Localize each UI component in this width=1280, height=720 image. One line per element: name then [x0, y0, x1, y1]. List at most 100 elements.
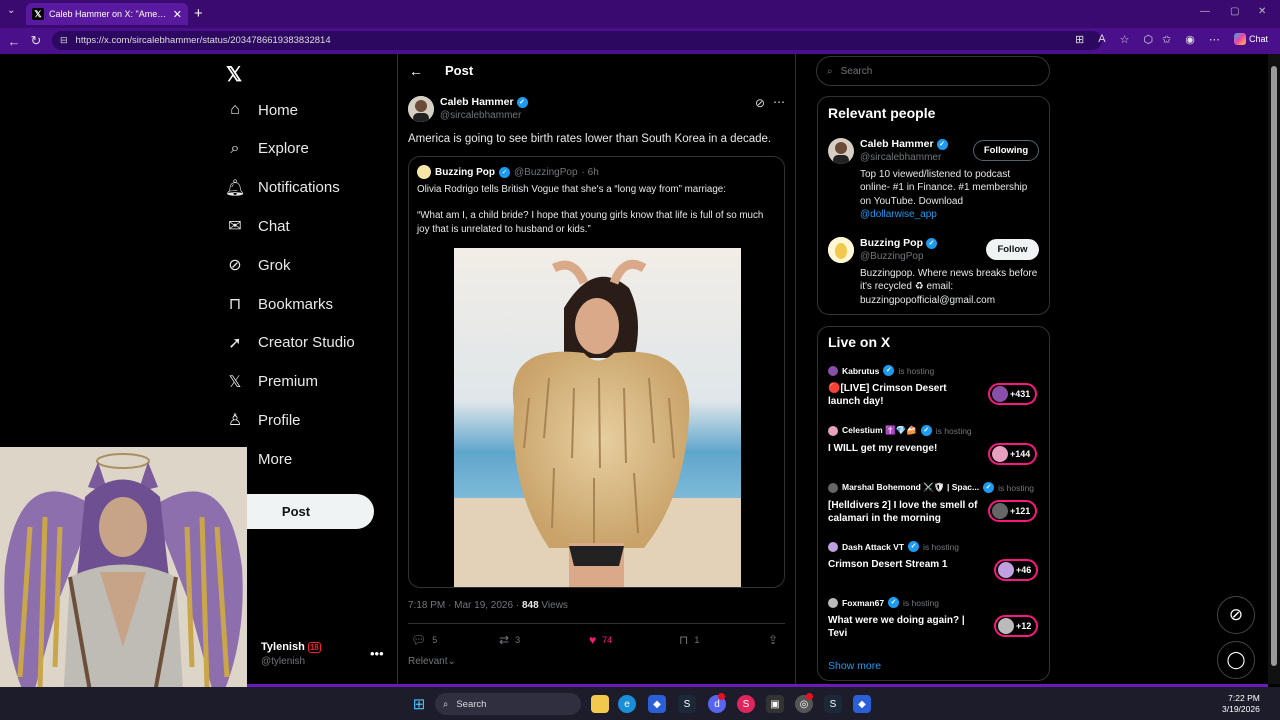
live-title: [Helldivers 2] I love the smell of calam…	[828, 500, 978, 524]
verified-badge-icon: ✓	[936, 138, 948, 150]
start-menu-icon[interactable]: ⊞	[410, 695, 428, 713]
nav-item-explore[interactable]: ⌕ Explore	[226, 140, 309, 158]
following-button[interactable]: Following	[973, 140, 1039, 161]
scrollbar-thumb[interactable]	[1271, 66, 1277, 666]
chat-fab-icon[interactable]: ◯	[1217, 641, 1255, 679]
share-button[interactable]: ⇪	[768, 633, 778, 647]
live-listeners-pill[interactable]: +431	[988, 383, 1038, 405]
views-label: Views	[538, 600, 568, 611]
nav-item-profile[interactable]: ♙ Profile	[226, 411, 301, 430]
maximize-icon[interactable]: ▢	[1230, 6, 1239, 17]
reply-sort-dropdown[interactable]: Relevant⌄	[408, 656, 456, 667]
post-text: America is going to see birth rates lowe…	[408, 133, 772, 145]
live-title: Crimson Desert Stream 1	[828, 559, 948, 570]
live-host: Dash Attack VT ✓ is hosting	[828, 541, 1043, 552]
repost-button[interactable]: ⇄ 3	[499, 633, 520, 647]
person-bio: Top 10 viewed/listened to podcast online…	[860, 168, 1040, 221]
show-more-link[interactable]: Show more	[828, 660, 881, 672]
file-explorer-icon[interactable]	[591, 695, 609, 713]
host-name: Dash Attack VT	[842, 541, 905, 552]
x-favicon-icon: 𝕏	[32, 8, 44, 20]
rocket-icon: ➚	[228, 334, 242, 352]
favorite-star-icon[interactable]: ☆	[1120, 33, 1130, 46]
hosting-label: is hosting	[898, 365, 935, 376]
quote-photo[interactable]	[454, 248, 741, 587]
live-listeners-pill[interactable]: +46	[994, 559, 1039, 581]
profile-avatar-icon[interactable]: ◉	[1185, 33, 1195, 46]
grok-fab-icon[interactable]: ⊘	[1217, 596, 1255, 634]
nav-item-grok[interactable]: ⊘ Grok	[226, 256, 290, 275]
taskbar-search[interactable]: ⌕ Search	[435, 693, 581, 715]
author-avatar[interactable]	[408, 96, 434, 122]
host-avatar	[828, 425, 838, 436]
live-listeners-pill[interactable]: +12	[994, 615, 1039, 637]
more-menu-icon[interactable]: ⋯	[1209, 33, 1220, 46]
nav-item-chat[interactable]: ✉ Chat	[226, 217, 289, 236]
app-icon[interactable]: ◆	[853, 695, 871, 713]
quote-handle: @BuzzingPop	[514, 166, 578, 178]
nav-item-home[interactable]: ⌂ Home	[226, 101, 298, 119]
verified-badge-icon: ✓	[516, 96, 528, 108]
search-placeholder: Search	[840, 65, 873, 77]
grok-explain-icon[interactable]: ⊘	[755, 96, 765, 110]
chat-button-label: Chat	[1249, 34, 1269, 44]
follow-button[interactable]: Follow	[986, 239, 1039, 260]
listener-count: +46	[1016, 565, 1032, 575]
page-scrollbar[interactable]	[1268, 54, 1280, 684]
quote-line-2: “What am I, a child bride? I hope that y…	[417, 210, 764, 235]
bio-link[interactable]: @dollarwise_app	[860, 209, 937, 220]
close-window-icon[interactable]: ✕	[1258, 6, 1266, 17]
tab-list-chevron-icon[interactable]: ⌄	[7, 5, 15, 16]
live-on-x-title: Live on X	[828, 334, 891, 350]
app-s-icon[interactable]: S	[737, 695, 755, 713]
steam-icon[interactable]: S	[824, 695, 842, 713]
browser-tab[interactable]: 𝕏 Caleb Hammer on X: "America is g ✕	[26, 3, 188, 25]
reply-button[interactable]: 💬︎ 5	[411, 633, 437, 647]
app-icon[interactable]: ▣	[766, 695, 784, 713]
nav-item-creator-studio[interactable]: ➚ Creator Studio	[226, 334, 355, 352]
system-clock[interactable]: 7:22 PM 3/19/2026	[1222, 693, 1260, 715]
refresh-icon[interactable]: ↻	[25, 33, 47, 49]
favorites-icon[interactable]: ✩	[1162, 33, 1171, 46]
steam-icon[interactable]: S	[678, 695, 696, 713]
post-more-icon[interactable]: ⋯	[773, 95, 785, 109]
nav-item-notifications[interactable]: 🔔︎ Notifications	[225, 179, 340, 197]
live-listeners-pill[interactable]: +144	[988, 443, 1038, 465]
search-icon: ⌕	[230, 139, 240, 157]
host-avatar	[828, 597, 838, 608]
nav-item-bookmarks[interactable]: ⊓ Bookmarks	[226, 295, 333, 314]
url-text: https://x.com/sircalebhammer/status/2034…	[75, 35, 331, 46]
nav-item-premium[interactable]: 𝕏 Premium	[226, 373, 318, 391]
extensions-icon[interactable]: ⬡	[1143, 33, 1153, 46]
account-switcher[interactable]: Tylenish 18 @tylenish	[261, 641, 321, 667]
back-arrow-icon[interactable]: ←	[409, 63, 423, 79]
account-more-icon[interactable]: •••	[370, 646, 384, 661]
nav-item-label: Creator Studio	[258, 334, 355, 352]
new-tab-icon[interactable]: +	[194, 5, 203, 22]
like-button[interactable]: ♥ 74	[589, 633, 612, 647]
listener-count: +12	[1016, 621, 1032, 631]
heart-icon: ♥	[589, 633, 597, 647]
quote-avatar	[417, 165, 431, 179]
author-name[interactable]: Caleb Hammer ✓	[440, 96, 528, 108]
app-icon[interactable]: ◆	[648, 695, 666, 713]
back-icon[interactable]: ←	[3, 34, 25, 49]
address-bar[interactable]: ⊟ https://x.com/sircalebhammer/status/20…	[52, 31, 1102, 50]
close-tab-icon[interactable]: ✕	[173, 8, 182, 21]
quote-header: Buzzing Pop ✓ @BuzzingPop · 6h	[417, 165, 599, 179]
edge-browser-icon[interactable]: e	[618, 695, 636, 713]
post-timestamp[interactable]: 7:18 PM · Mar 19, 2026 ·	[408, 600, 522, 611]
site-info-icon[interactable]: ⊟	[60, 35, 68, 46]
bookmark-button[interactable]: ⊓ 1	[679, 633, 699, 647]
live-listeners-pill[interactable]: +121	[988, 500, 1038, 522]
quoted-post[interactable]: Buzzing Pop ✓ @BuzzingPop · 6h Olivia Ro…	[408, 156, 785, 588]
x-logo-icon[interactable]: 𝕏	[226, 62, 242, 87]
author-handle[interactable]: @sircalebhammer	[440, 110, 521, 121]
notification-dot	[718, 693, 725, 700]
minimize-icon[interactable]: —	[1200, 6, 1210, 17]
search-icon: ⌕	[443, 698, 449, 710]
apps-icon[interactable]: ⊞	[1075, 33, 1084, 46]
search-input[interactable]: ⌕ Search	[816, 56, 1050, 86]
read-aloud-icon[interactable]: A	[1098, 33, 1105, 46]
copilot-chat-button[interactable]: Chat	[1234, 33, 1268, 45]
